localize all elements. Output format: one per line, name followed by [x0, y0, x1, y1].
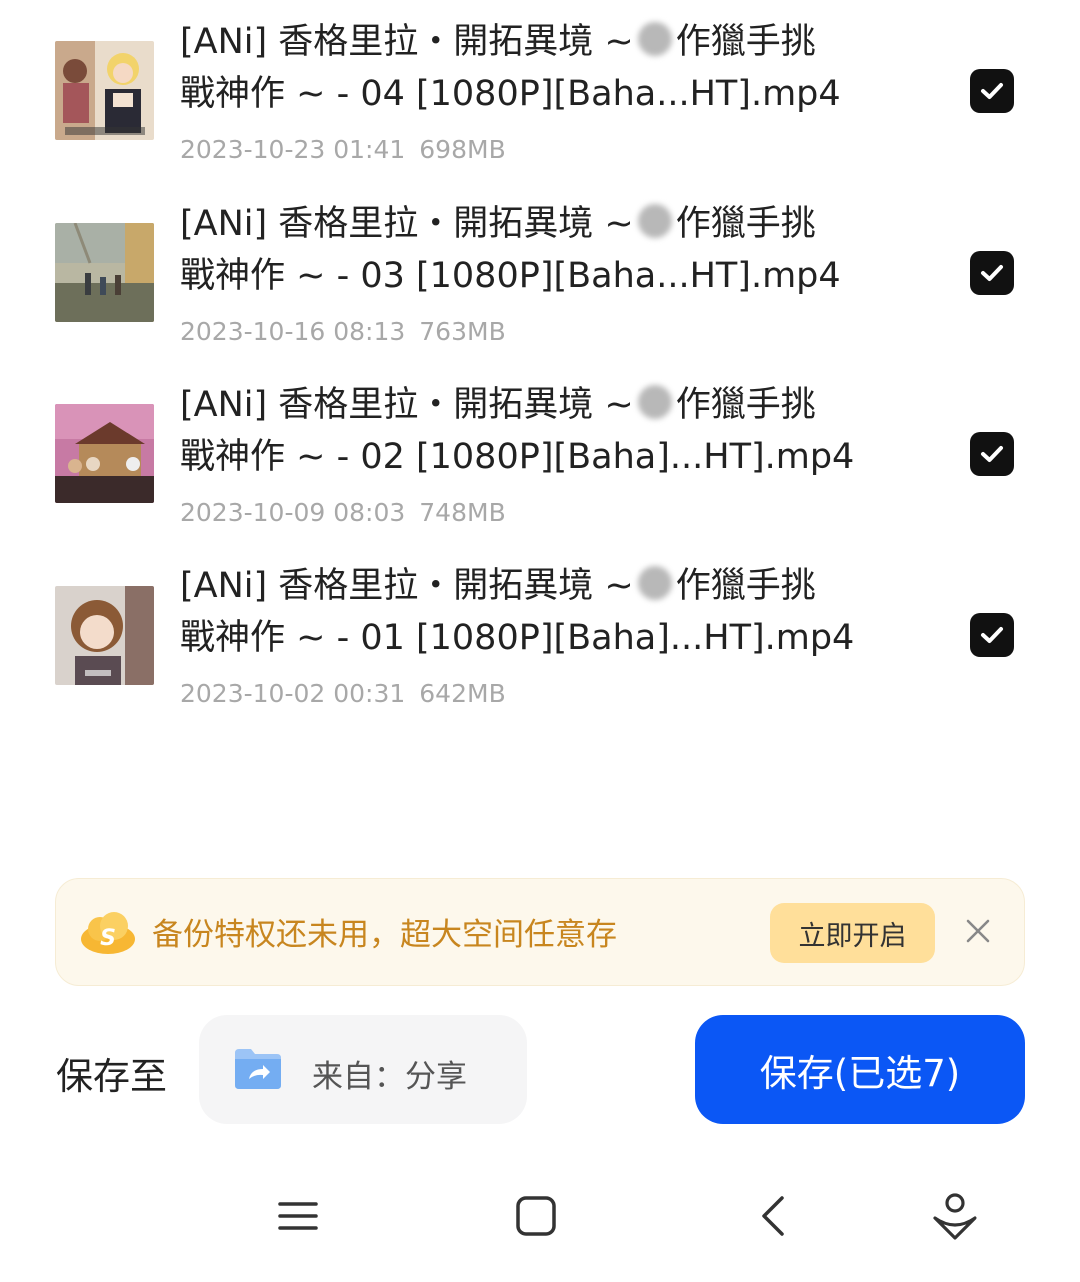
anime-thumbnail-icon: [55, 404, 154, 503]
file-row[interactable]: [ANi] 香格里拉・開拓異境 ~ 作獵手挑 戰神作 ~ - 04 [1080P]…: [0, 16, 1080, 176]
file-size: 698MB: [419, 135, 506, 164]
checkmark-icon: [981, 265, 1003, 281]
system-nav-bar: [0, 1160, 1080, 1270]
file-name-part: [ANi] 香格里拉・開拓異境 ~: [180, 385, 634, 425]
assistant-button[interactable]: [927, 1188, 983, 1244]
file-size: 642MB: [419, 679, 506, 708]
home-button[interactable]: [508, 1188, 564, 1244]
file-name-line: 戰神作 ~ - 01 [1080P][Baha]...HT].mp4: [180, 618, 855, 658]
checkmark-icon: [981, 627, 1003, 643]
video-thumbnail: [55, 41, 154, 140]
file-meta: 2023-10-09 08:03 748MB: [180, 498, 506, 527]
assistant-icon: [933, 1193, 977, 1240]
video-thumbnail: [55, 586, 154, 685]
save-button[interactable]: 保存(已选7): [695, 1015, 1025, 1124]
redaction-blur: [637, 22, 672, 56]
file-row[interactable]: [ANi] 香格里拉・開拓異境 ~ 作獵手挑 戰神作 ~ - 02 [1080P]…: [0, 379, 1080, 539]
home-icon: [516, 1196, 556, 1236]
anime-thumbnail-icon: [55, 586, 154, 685]
file-meta: 2023-10-23 01:41 698MB: [180, 135, 506, 164]
back-button[interactable]: [746, 1188, 802, 1244]
file-checkbox[interactable]: [970, 69, 1014, 113]
file-name: [ANi] 香格里拉・開拓異境 ~ 作獵手挑 戰神作 ~ - 02 [1080P]…: [180, 379, 900, 483]
file-name-part: 作獵手挑: [675, 204, 816, 244]
file-name-part: 作獵手挑: [675, 22, 816, 62]
redaction-blur: [637, 566, 672, 600]
file-name-line: 戰神作 ~ - 03 [1080P][Baha...HT].mp4: [180, 256, 841, 296]
file-date: 2023-10-09 08:03: [180, 498, 406, 527]
file-date: 2023-10-23 01:41: [180, 135, 406, 164]
close-icon[interactable]: [962, 915, 994, 947]
file-row[interactable]: [ANi] 香格里拉・開拓異境 ~ 作獵手挑 戰神作 ~ - 01 [1080P]…: [0, 560, 1080, 720]
file-name-line: 戰神作 ~ - 04 [1080P][Baha...HT].mp4: [180, 74, 841, 114]
svg-text:S: S: [100, 926, 116, 951]
file-meta: 2023-10-16 08:13 763MB: [180, 317, 506, 346]
redaction-blur: [637, 204, 672, 238]
checkmark-icon: [981, 446, 1003, 462]
file-name-part: [ANi] 香格里拉・開拓異境 ~: [180, 566, 634, 606]
file-date: 2023-10-16 08:13: [180, 317, 406, 346]
file-checkbox[interactable]: [970, 251, 1014, 295]
destination-label: 来自：分享: [312, 1059, 467, 1095]
cloud-s-icon: S: [81, 912, 135, 954]
file-name-part: 作獵手挑: [675, 566, 816, 606]
anime-thumbnail-icon: [55, 223, 154, 322]
file-name: [ANi] 香格里拉・開拓異境 ~ 作獵手挑 戰神作 ~ - 01 [1080P]…: [180, 560, 900, 664]
file-name-part: [ANi] 香格里拉・開拓異境 ~: [180, 22, 634, 62]
promo-banner[interactable]: S 备份特权还未用，超大空间任意存 立即开启: [55, 878, 1025, 986]
file-date: 2023-10-02 00:31: [180, 679, 406, 708]
file-checkbox[interactable]: [970, 613, 1014, 657]
file-name-line: 戰神作 ~ - 02 [1080P][Baha]...HT].mp4: [180, 437, 855, 477]
file-checkbox[interactable]: [970, 432, 1014, 476]
redaction-blur: [637, 385, 672, 419]
save-to-label: 保存至: [56, 1055, 167, 1098]
file-name-part: 作獵手挑: [675, 385, 816, 425]
checkmark-icon: [981, 83, 1003, 99]
file-meta: 2023-10-02 00:31 642MB: [180, 679, 506, 708]
promo-text: 备份特权还未用，超大空间任意存: [152, 917, 617, 953]
back-icon: [762, 1196, 784, 1236]
file-row[interactable]: [ANi] 香格里拉・開拓異境 ~ 作獵手挑 戰神作 ~ - 03 [1080P]…: [0, 198, 1080, 358]
menu-icon: [278, 1202, 318, 1230]
file-size: 763MB: [419, 317, 506, 346]
enable-now-button[interactable]: 立即开启: [770, 903, 935, 963]
video-thumbnail: [55, 223, 154, 322]
menu-button[interactable]: [270, 1188, 326, 1244]
anime-thumbnail-icon: [55, 41, 154, 140]
file-size: 748MB: [419, 498, 506, 527]
file-name-part: [ANi] 香格里拉・開拓異境 ~: [180, 204, 634, 244]
video-thumbnail: [55, 404, 154, 503]
shared-folder-icon: [235, 1049, 281, 1089]
file-name: [ANi] 香格里拉・開拓異境 ~ 作獵手挑 戰神作 ~ - 03 [1080P]…: [180, 198, 900, 302]
destination-folder-selector[interactable]: 来自：分享: [199, 1015, 527, 1124]
file-name: [ANi] 香格里拉・開拓異境 ~ 作獵手挑 戰神作 ~ - 04 [1080P]…: [180, 16, 900, 120]
